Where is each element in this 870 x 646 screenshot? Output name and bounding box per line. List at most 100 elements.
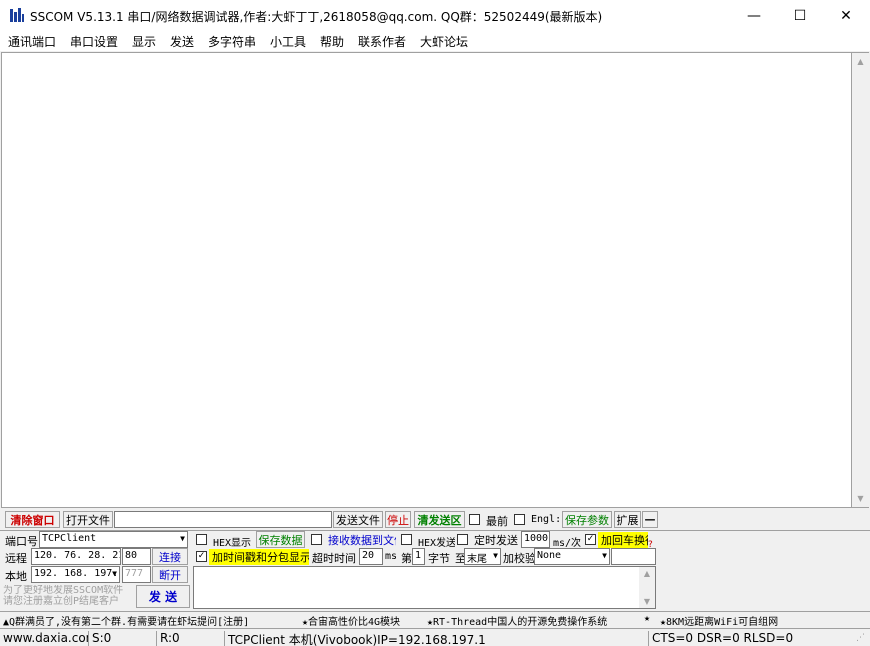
app-logo-icon	[10, 8, 24, 22]
checkmark-icon: ✓	[586, 534, 595, 544]
english-label: Engl:	[531, 514, 562, 525]
timeout-unit-label: ms	[385, 551, 398, 562]
scroll-up-icon[interactable]: ▲	[852, 57, 869, 66]
menu-comm-port[interactable]: 通讯端口	[8, 33, 56, 50]
resize-grip-icon[interactable]: ⋰	[856, 633, 865, 643]
timestamp-label: 加时间戳和分包显示	[209, 549, 309, 565]
connect-button[interactable]: 连接	[152, 548, 188, 565]
ticker-item[interactable]: ★	[644, 613, 650, 624]
ticker-item[interactable]: ★合宙高性价比4G模块	[302, 613, 400, 628]
ticker-item[interactable]: ★8KM远距离WiFi可自组网	[660, 613, 778, 628]
to-value: 末尾	[467, 554, 487, 565]
checksum-label: 加校验	[503, 552, 536, 565]
scroll-up-icon[interactable]: ▲	[639, 569, 655, 578]
file-path-input[interactable]	[114, 511, 332, 528]
maximize-icon: ☐	[793, 7, 807, 24]
nth-input[interactable]: 1	[412, 548, 425, 565]
menu-tools[interactable]: 小工具	[270, 33, 306, 50]
add-crlf-checkbox[interactable]: ✓	[585, 534, 596, 545]
menu-forum[interactable]: 大虾论坛	[420, 33, 468, 50]
save-data-button[interactable]: 保存数据	[256, 531, 305, 548]
port-value: TCPClient	[42, 533, 97, 544]
menu-bar: 通讯端口 串口设置 显示 发送 多字符串 小工具 帮助 联系作者 大虾论坛	[0, 31, 870, 51]
chevron-down-icon: ▼	[180, 534, 185, 543]
send-scrollbar[interactable]: ▲ ▼	[639, 567, 655, 608]
menu-help[interactable]: 帮助	[320, 33, 344, 50]
chevron-down-icon: ▼	[112, 569, 117, 578]
port-label: 端口号	[5, 535, 38, 548]
checkmark-icon: ✓	[197, 551, 206, 561]
checksum-select[interactable]: None ▼	[534, 548, 610, 565]
menu-display[interactable]: 显示	[132, 33, 156, 50]
nth-label: 第	[401, 552, 412, 565]
news-ticker: ▲Q群满员了,没有第二个群.有需要请在虾坛提问[注册] ★合宙高性价比4G模块 …	[0, 611, 870, 628]
hex-display-checkbox[interactable]	[196, 534, 207, 545]
minimize-button[interactable]: —	[731, 0, 777, 31]
menu-multi-string[interactable]: 多字符串	[208, 33, 256, 50]
english-checkbox[interactable]	[514, 514, 525, 525]
timeout-input[interactable]: 20	[359, 548, 383, 565]
send-button[interactable]: 发 送	[136, 585, 190, 608]
menu-send[interactable]: 发送	[170, 33, 194, 50]
receive-scrollbar[interactable]: ▲ ▼	[852, 52, 869, 508]
chevron-down-icon: ▼	[493, 551, 498, 560]
maximize-button[interactable]: ☐	[777, 0, 823, 31]
connection-info: TCPClient 本机(Vivobook)IP=192.168.197.1	[224, 631, 648, 646]
close-button[interactable]: ✕	[823, 0, 869, 31]
receive-area[interactable]	[1, 52, 852, 508]
sent-count: S:0	[88, 631, 156, 646]
send-textarea[interactable]: ▲ ▼	[193, 566, 656, 609]
stop-button[interactable]: 停止	[385, 511, 411, 528]
disconnect-button[interactable]: 断开	[152, 566, 188, 583]
title-bar[interactable]: SSCOM V5.13.1 串口/网络数据调试器,作者:大虾丁丁,2618058…	[0, 0, 870, 31]
chevron-down-icon: ▼	[602, 551, 607, 560]
scroll-down-icon[interactable]: ▼	[639, 597, 655, 606]
promo-text[interactable]: 为了更好地发展SSCOM软件 请您注册嘉立创P结尾客户	[3, 585, 127, 609]
hex-display-label: HEX显示	[213, 538, 252, 549]
local-ip-select[interactable]: 192. 168. 197. 1 ▼	[31, 566, 120, 583]
clear-window-button[interactable]: 清除窗口	[5, 511, 60, 528]
recv-to-file-label: 接收数据到文件	[328, 534, 396, 547]
website-link[interactable]: www.daxia.com	[0, 631, 88, 646]
save-params-button[interactable]: 保存参数	[562, 511, 612, 528]
ticker-item[interactable]: ▲Q群满员了,没有第二个群.有需要请在虾坛提问[注册]	[3, 613, 249, 628]
ticker-item[interactable]: ★RT-Thread中国人的开源免费操作系统	[427, 613, 607, 628]
hex-send-label: HEX发送	[418, 538, 455, 549]
hex-send-checkbox[interactable]	[401, 534, 412, 545]
timestamp-checkbox[interactable]: ✓	[196, 551, 207, 562]
local-label: 本地	[5, 570, 27, 583]
clear-send-button[interactable]: 清发送区	[414, 511, 465, 528]
collapse-button[interactable]: —	[642, 511, 658, 528]
recv-to-file-checkbox[interactable]	[311, 534, 322, 545]
status-bar: www.daxia.com S:0 R:0 TCPClient 本机(Vivob…	[0, 628, 870, 646]
add-crlf-label: 加回车换行	[598, 532, 648, 548]
local-ip-value: 192. 168. 197. 1	[34, 568, 119, 579]
local-port-input[interactable]: 777	[122, 566, 151, 583]
topmost-label: 最前	[486, 515, 508, 528]
remote-ip-input[interactable]: 120. 76. 28. 211	[31, 548, 121, 565]
signal-status: CTS=0 DSR=0 RLSD=0	[648, 631, 854, 646]
scroll-down-icon[interactable]: ▼	[852, 494, 869, 503]
menu-contact[interactable]: 联系作者	[358, 33, 406, 50]
received-count: R:0	[156, 631, 224, 646]
topmost-checkbox[interactable]	[469, 514, 480, 525]
timeout-label: 超时时间	[312, 552, 356, 565]
remote-label: 远程	[5, 552, 27, 565]
timed-send-checkbox[interactable]	[457, 534, 468, 545]
window-title: SSCOM V5.13.1 串口/网络数据调试器,作者:大虾丁丁,2618058…	[30, 10, 603, 24]
collapse-icon: —	[644, 513, 656, 526]
byte-label: 字节	[428, 552, 450, 565]
expand-button[interactable]: 扩展	[614, 511, 641, 528]
remote-port-input[interactable]: 80	[122, 548, 151, 565]
port-select[interactable]: TCPClient ▼	[39, 531, 188, 548]
to-select[interactable]: 末尾 ▼	[464, 548, 501, 565]
send-file-button[interactable]: 发送文件	[333, 511, 383, 528]
interval-unit-label: ms/次	[553, 538, 582, 549]
open-file-button[interactable]: 打开文件	[63, 511, 113, 528]
checksum-value: None	[537, 550, 562, 561]
menu-port-settings[interactable]: 串口设置	[70, 33, 118, 50]
close-icon: ✕	[840, 7, 852, 24]
timed-send-label: 定时发送	[474, 534, 518, 547]
checksum-extra-input[interactable]	[611, 548, 656, 565]
interval-input[interactable]: 1000	[521, 531, 550, 548]
